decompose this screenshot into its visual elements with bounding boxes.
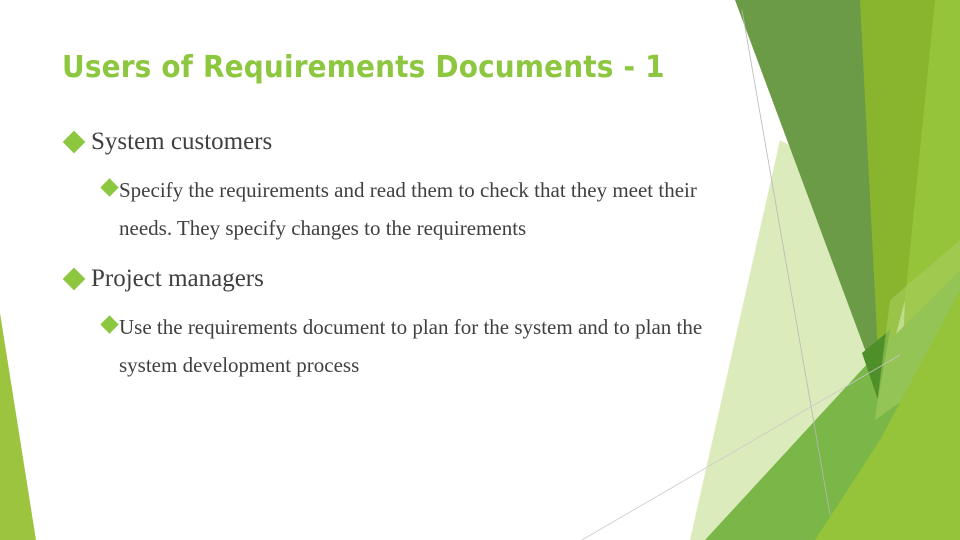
sub-bullet-text: Specify the requirements and read them t… [119, 178, 697, 240]
bullet-text: System customers [91, 128, 273, 155]
bullet-text: Project managers [91, 265, 264, 292]
diamond-bullet-icon [62, 130, 86, 154]
slide-title: Users of Requirements Documents - 1 [62, 50, 665, 85]
bullet-item-project-managers: Project managers [62, 259, 742, 299]
left-accent-shape [0, 313, 36, 540]
diamond-bullet-icon [100, 178, 119, 197]
bullet-item-system-customers: System customers [62, 122, 742, 162]
sub-bullet-item: Specify the requirements and read them t… [100, 171, 742, 247]
sub-bullet-text: Use the requirements document to plan fo… [119, 315, 703, 377]
sub-bullet-item: Use the requirements document to plan fo… [100, 308, 742, 384]
diamond-bullet-icon [100, 315, 119, 334]
slide: Users of Requirements Documents - 1 Syst… [0, 0, 960, 540]
slide-body: System customers Specify the requirement… [62, 122, 742, 384]
diamond-bullet-icon [62, 267, 86, 291]
